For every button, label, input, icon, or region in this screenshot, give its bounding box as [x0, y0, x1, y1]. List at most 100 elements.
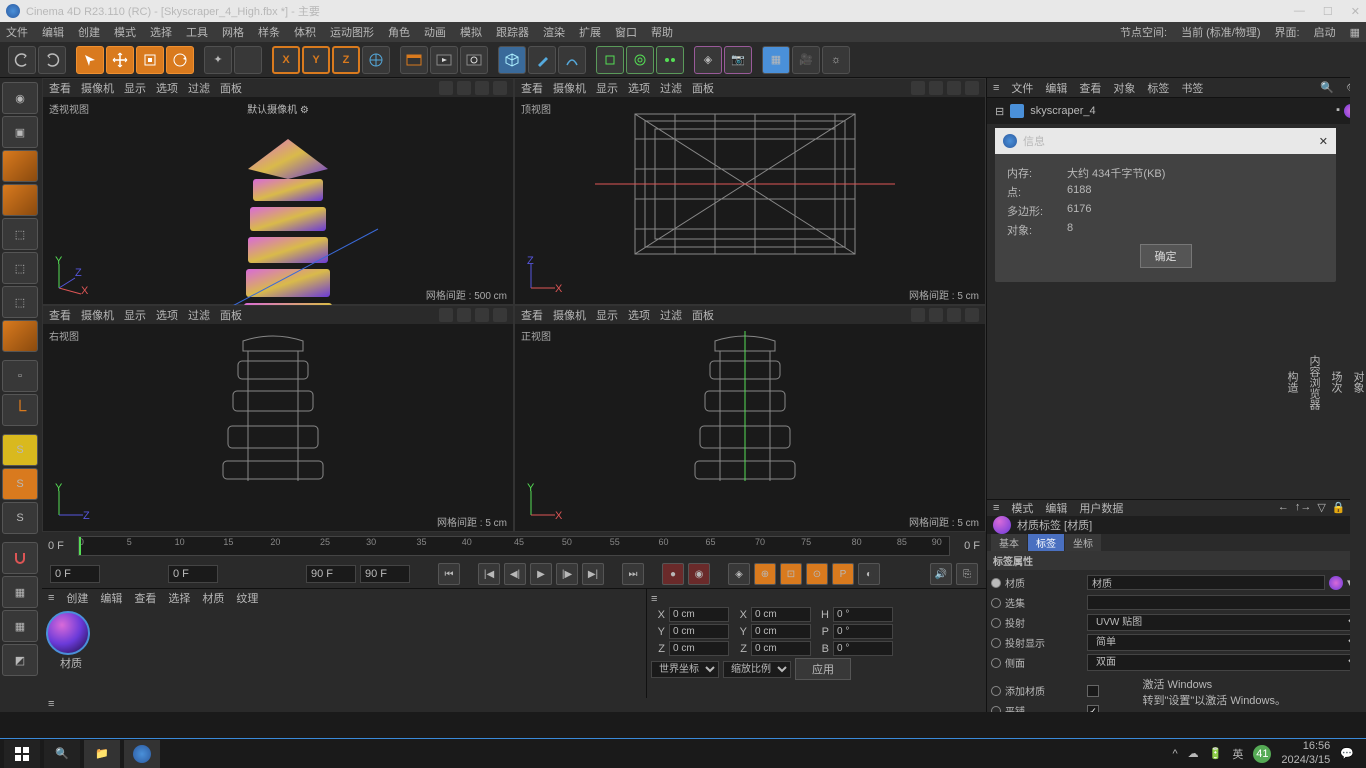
menu-item[interactable]: 模拟: [460, 24, 482, 40]
pos-z-input[interactable]: [669, 641, 729, 656]
back-icon[interactable]: ←: [1278, 501, 1289, 514]
onedrive-icon[interactable]: ☁: [1188, 747, 1199, 760]
coord-system-button[interactable]: [362, 46, 390, 74]
texture-mode-button[interactable]: [2, 184, 38, 216]
maximize-button[interactable]: ☐: [1323, 5, 1333, 18]
menu-item[interactable]: 角色: [388, 24, 410, 40]
vp-nav-icon[interactable]: [493, 81, 507, 95]
close-button[interactable]: ✕: [1351, 5, 1360, 18]
menu-item[interactable]: 创建: [78, 24, 100, 40]
menu-item[interactable]: 网格: [222, 24, 244, 40]
rot-p-input[interactable]: [833, 624, 893, 639]
goto-end-button[interactable]: ⏭: [622, 563, 644, 585]
close-icon[interactable]: ✕: [1319, 135, 1328, 148]
x-axis-toggle[interactable]: X: [272, 46, 300, 74]
magnet-icon[interactable]: [2, 542, 38, 574]
size-y-input[interactable]: [751, 624, 811, 639]
c4d-task-button[interactable]: [124, 740, 160, 768]
camera-icon[interactable]: 🎥: [792, 46, 820, 74]
rotate-tool[interactable]: [166, 46, 194, 74]
primitive-cube-button[interactable]: [498, 46, 526, 74]
grip-icon[interactable]: ≡: [993, 502, 999, 514]
tray-up-icon[interactable]: ^: [1172, 748, 1177, 760]
enable-axis-button[interactable]: ▫: [2, 360, 38, 392]
play-button[interactable]: ▶: [530, 563, 552, 585]
tab-struct-icon[interactable]: 构造: [1284, 371, 1300, 393]
minimize-button[interactable]: —: [1294, 5, 1305, 18]
spline-pen-button[interactable]: [528, 46, 556, 74]
side-select[interactable]: 双面: [1087, 654, 1362, 671]
tile-checkbox[interactable]: [1087, 705, 1099, 713]
viewport-front[interactable]: 查看摄像机显示选项过滤面板 正视图 YX 网格间距 : 5 cm: [514, 305, 986, 532]
move-tool[interactable]: [106, 46, 134, 74]
workplane-grid-icon[interactable]: ▦: [2, 576, 38, 608]
grip-icon[interactable]: ≡: [651, 593, 657, 605]
grip-icon[interactable]: ≡: [993, 82, 999, 94]
menu-item[interactable]: 工具: [186, 24, 208, 40]
grip-icon[interactable]: ≡: [48, 592, 54, 604]
key-pla-icon[interactable]: ◐: [858, 563, 880, 585]
expand-icon[interactable]: ⊟: [995, 105, 1004, 118]
menu-item[interactable]: 帮助: [651, 24, 673, 40]
projection-select[interactable]: UVW 贴图: [1087, 614, 1362, 631]
grid-button[interactable]: ▦: [762, 46, 790, 74]
sound-icon[interactable]: 🔊: [930, 563, 952, 585]
menu-item[interactable]: 扩展: [579, 24, 601, 40]
vp-nav-icon[interactable]: [475, 81, 489, 95]
fwd-icon[interactable]: ↑→: [1295, 501, 1312, 514]
menu-item[interactable]: 文件: [6, 24, 28, 40]
object-name[interactable]: skyscraper_4: [1030, 105, 1095, 117]
goto-start-button[interactable]: ⏮: [438, 563, 460, 585]
tab-coord[interactable]: 坐标: [1065, 534, 1101, 551]
render-pv-button[interactable]: [430, 46, 458, 74]
point-mode-button[interactable]: ⬚: [2, 252, 38, 284]
nodespace-select[interactable]: 当前 (标准/物理): [1181, 24, 1260, 40]
workplane-button[interactable]: ⬚: [2, 218, 38, 250]
menu-item[interactable]: 跟踪器: [496, 24, 529, 40]
addmat-checkbox[interactable]: [1087, 685, 1099, 697]
render-view-button[interactable]: [400, 46, 428, 74]
ok-button[interactable]: 确定: [1140, 244, 1192, 268]
last-tool[interactable]: ✦: [204, 46, 232, 74]
snap-s-button[interactable]: S: [2, 468, 38, 500]
tab-object-icon[interactable]: 对象: [1350, 371, 1366, 393]
key-selection-icon[interactable]: ◈: [728, 563, 750, 585]
ime-icon[interactable]: 英: [1232, 746, 1243, 762]
undo-button[interactable]: [8, 46, 36, 74]
rot-h-input[interactable]: [833, 607, 893, 622]
visibility-dot-icon[interactable]: ▪: [1336, 104, 1340, 118]
marker-icon[interactable]: ⎘: [956, 563, 978, 585]
vp-nav-icon[interactable]: [439, 81, 453, 95]
menu-item[interactable]: 编辑: [42, 24, 64, 40]
menu-item[interactable]: 体积: [294, 24, 316, 40]
key-param-icon[interactable]: P: [832, 563, 854, 585]
apply-button[interactable]: 应用: [795, 658, 851, 680]
render-settings-button[interactable]: [460, 46, 488, 74]
camera-button[interactable]: 📷: [724, 46, 752, 74]
search-button[interactable]: 🔍: [44, 740, 80, 768]
editable-icon[interactable]: ▣: [2, 116, 38, 148]
frame-start-input[interactable]: [50, 565, 100, 583]
menu-item[interactable]: 模式: [114, 24, 136, 40]
pos-x-input[interactable]: [669, 607, 729, 622]
rot-b-input[interactable]: [833, 641, 893, 656]
autokey-button[interactable]: ◉: [688, 563, 710, 585]
grid2-icon[interactable]: ▦: [2, 610, 38, 642]
clock[interactable]: 16:562024/3/15: [1281, 740, 1330, 766]
lock-icon[interactable]: 🔒: [1332, 501, 1346, 514]
battery-icon[interactable]: 🔋: [1209, 747, 1223, 760]
axis-l-icon[interactable]: └: [2, 394, 38, 426]
generator-button[interactable]: [596, 46, 624, 74]
badge-icon[interactable]: 41: [1253, 745, 1271, 763]
record-button[interactable]: ●: [662, 563, 684, 585]
vp-nav-icon[interactable]: [457, 81, 471, 95]
scene-button[interactable]: ◈: [694, 46, 722, 74]
timeline-ruler[interactable]: 0 F 0 5 10 15 20 25 30 35 40 45 50 55 60…: [42, 532, 986, 560]
coord-scale-select[interactable]: 缩放比例: [723, 661, 791, 678]
grid3-icon[interactable]: ◩: [2, 644, 38, 676]
z-axis-toggle[interactable]: Z: [332, 46, 360, 74]
next-frame-button[interactable]: |▶: [556, 563, 578, 585]
frame-end-input[interactable]: [306, 565, 356, 583]
selection-field[interactable]: [1087, 595, 1352, 610]
size-z-input[interactable]: [751, 641, 811, 656]
